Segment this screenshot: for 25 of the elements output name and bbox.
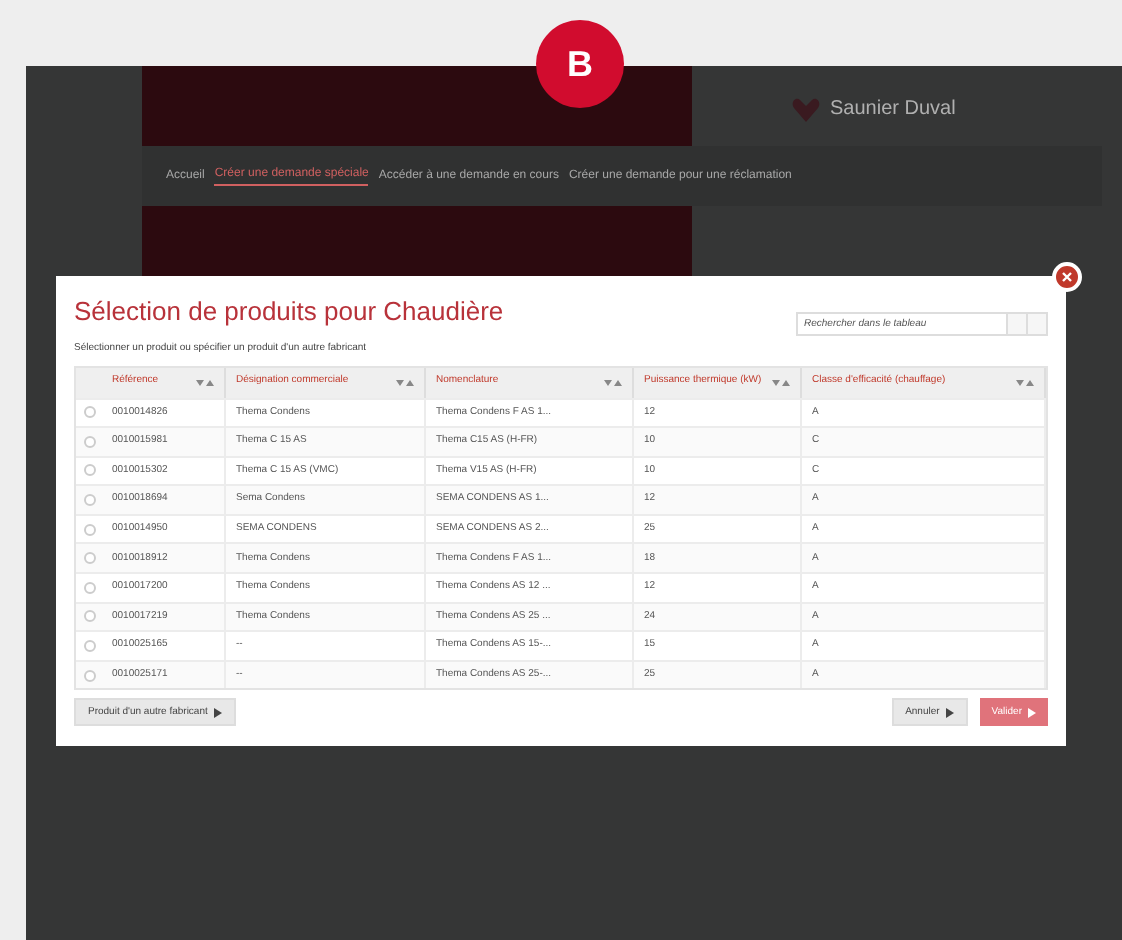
- sort-icon: [1016, 377, 1034, 387]
- row-checkbox[interactable]: [83, 581, 95, 594]
- row-checkbox[interactable]: [83, 435, 95, 448]
- sort-icon: [396, 377, 414, 387]
- search-button[interactable]: [1008, 312, 1028, 336]
- logo-icon: [792, 97, 820, 121]
- row-checkbox[interactable]: [83, 406, 95, 419]
- row-checkbox[interactable]: [83, 494, 95, 507]
- step-badge: B: [536, 20, 624, 108]
- arrow-right-icon: [945, 707, 954, 718]
- arrow-right-icon: [1028, 707, 1036, 718]
- sort-icon: [772, 377, 790, 387]
- sort-icon: [196, 377, 214, 387]
- dialog-title: Sélection de produits pour Chaudière: [74, 294, 504, 330]
- row-checkbox[interactable]: [83, 552, 95, 565]
- arrow-right-icon: [213, 707, 222, 718]
- row-checkbox[interactable]: [83, 610, 95, 623]
- close-icon: [1062, 272, 1072, 282]
- logo-text: Saunier Duval: [830, 96, 956, 124]
- row-checkbox[interactable]: [83, 523, 95, 536]
- row-checkbox[interactable]: [83, 669, 95, 682]
- sort-icon: [604, 377, 622, 387]
- row-checkbox[interactable]: [83, 640, 95, 653]
- row-checkbox[interactable]: [83, 464, 95, 477]
- clear-button[interactable]: [1028, 312, 1048, 336]
